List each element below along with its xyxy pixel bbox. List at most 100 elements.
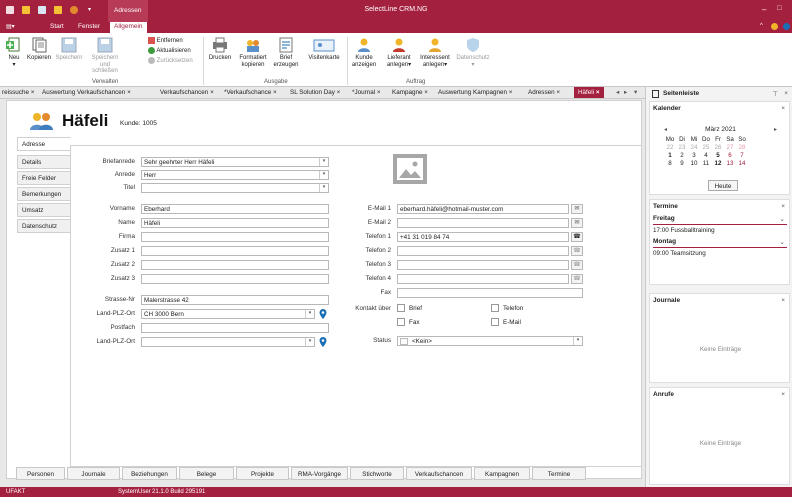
zusatz3-field[interactable]: [141, 274, 329, 284]
zusatz2-field[interactable]: [141, 260, 329, 270]
close-icon[interactable]: ×: [509, 89, 513, 96]
collapse-ribbon-icon[interactable]: ^: [760, 23, 763, 29]
calendar-day[interactable]: 9: [676, 159, 688, 167]
calendar-day[interactable]: 2: [676, 151, 688, 159]
doc-tab[interactable]: Auswertung Kampagnen ×: [438, 89, 512, 96]
image-placeholder-icon[interactable]: [393, 154, 427, 184]
speichern-button[interactable]: Speichern: [54, 37, 84, 62]
tab-kampagnen[interactable]: Kampagnen: [474, 467, 530, 480]
telefon2-field[interactable]: [397, 246, 569, 256]
close-icon[interactable]: ×: [781, 297, 785, 304]
side-tab-details[interactable]: Details: [17, 155, 71, 169]
side-tab-bemerkungen[interactable]: Bemerkungen: [17, 187, 71, 201]
close-icon[interactable]: ×: [596, 89, 600, 96]
calendar-day[interactable]: 13: [724, 159, 736, 167]
doc-tab[interactable]: *Journal ×: [352, 89, 381, 96]
email-send-icon[interactable]: ✉: [571, 218, 583, 228]
tab-allgemein[interactable]: Allgemein: [110, 22, 147, 33]
chevron-down-icon[interactable]: ⌄: [780, 238, 785, 246]
calendar-day[interactable]: 8: [664, 159, 676, 167]
anrede-select[interactable]: Herr ▾: [141, 170, 329, 180]
calendar-day[interactable]: 24: [688, 143, 700, 151]
tab-beziehungen[interactable]: Beziehungen: [122, 467, 177, 480]
tab-journale[interactable]: Journale: [67, 467, 120, 480]
aktualisieren-button[interactable]: Aktualisieren: [148, 47, 203, 55]
close-icon[interactable]: ×: [210, 89, 214, 96]
postfach-field[interactable]: [141, 323, 329, 333]
close-icon[interactable]: ×: [781, 105, 785, 112]
doc-tab[interactable]: Auswertung Verkaufschancen ×: [42, 89, 131, 96]
status-select[interactable]: <Kein> ▾: [397, 336, 583, 346]
doc-tab[interactable]: SL Solution Day ×: [290, 89, 340, 96]
tab-fenster[interactable]: Fenster: [78, 23, 100, 30]
doc-tab[interactable]: Adressen ×: [528, 89, 560, 96]
firma-field[interactable]: [141, 232, 329, 242]
maximize-icon[interactable]: □: [777, 5, 781, 12]
telefon4-field[interactable]: [397, 274, 569, 284]
telefon3-field[interactable]: [397, 260, 569, 270]
visitenkarte-button[interactable]: Visitenkarte: [304, 37, 344, 62]
minimize-icon[interactable]: –: [762, 5, 766, 14]
calendar-day[interactable]: 6: [724, 151, 736, 159]
side-tab-freie-felder[interactable]: Freie Felder: [17, 171, 71, 185]
tab-scroll-left-icon[interactable]: ◂: [616, 89, 619, 96]
kopieren-button[interactable]: Kopieren: [26, 37, 52, 62]
drucken-button[interactable]: Drucken: [206, 37, 234, 62]
landplz-select[interactable]: CH 3000 Bern ▾: [141, 309, 315, 319]
tab-rma-vorgaenge[interactable]: RMA-Vorgänge: [291, 467, 348, 480]
calendar-day[interactable]: 11: [700, 159, 712, 167]
interessent-anlegen-button[interactable]: Interessent anlegen▾: [417, 37, 453, 68]
calendar-day[interactable]: 26: [712, 143, 724, 151]
close-icon[interactable]: ×: [377, 89, 381, 96]
doc-tab[interactable]: Verkaufschancen ×: [160, 89, 214, 96]
map-pin-icon[interactable]: [319, 337, 327, 347]
brief-checkbox[interactable]: [397, 304, 405, 312]
entfernen-button[interactable]: Entfernen: [148, 37, 200, 45]
close-icon[interactable]: ×: [31, 89, 35, 96]
tab-scroll-right-icon[interactable]: ▸: [624, 89, 627, 96]
kunde-anzeigen-button[interactable]: Kunde anzeigen: [350, 37, 378, 68]
side-tab-umsatz[interactable]: Umsatz: [17, 203, 71, 217]
email2-field[interactable]: [397, 218, 569, 228]
chevron-down-icon[interactable]: ▾: [319, 171, 328, 179]
calendar-day[interactable]: 10: [688, 159, 700, 167]
calendar-day[interactable]: 4: [700, 151, 712, 159]
tab-belege[interactable]: Belege: [179, 467, 234, 480]
doc-tab-active[interactable]: Häfeli ×: [574, 87, 604, 98]
calendar-day[interactable]: 27: [724, 143, 736, 151]
fax-field[interactable]: [397, 288, 583, 298]
side-tab-datenschutz[interactable]: Datenschutz: [17, 219, 71, 233]
datenschutz-button[interactable]: Datenschutz ▾: [454, 37, 492, 68]
tab-personen[interactable]: Personen: [16, 467, 65, 480]
tab-start[interactable]: Start: [50, 23, 64, 30]
neu-button[interactable]: Neu ▾: [4, 37, 24, 68]
calendar-day[interactable]: 12: [712, 159, 724, 167]
close-icon[interactable]: ×: [424, 89, 428, 96]
chevron-down-icon[interactable]: ⌄: [780, 215, 785, 223]
briefanrede-select[interactable]: Sehr geehrter Herr Häfeli ▾: [141, 157, 329, 167]
notification-bell-icon[interactable]: [771, 23, 778, 30]
tab-projekte[interactable]: Projekte: [236, 467, 289, 480]
lieferant-anlegen-button[interactable]: Lieferant anlegen▾: [382, 37, 416, 68]
close-icon[interactable]: ×: [127, 89, 131, 96]
appointment-item[interactable]: 09:00 Teamsitzung: [653, 250, 706, 257]
email-checkbox[interactable]: [491, 318, 499, 326]
map-pin-icon[interactable]: [319, 309, 327, 319]
tab-list-icon[interactable]: ▾: [634, 89, 637, 96]
telefon-checkbox[interactable]: [491, 304, 499, 312]
calendar-day[interactable]: 25: [700, 143, 712, 151]
calendar-day[interactable]: 22: [664, 143, 676, 151]
telefon1-field[interactable]: +41 31 019 84 74: [397, 232, 569, 242]
phone-icon[interactable]: ☎: [571, 274, 583, 284]
doc-tab[interactable]: reissuche ×: [2, 89, 34, 96]
email1-field[interactable]: eberhard.häfeli@hotmail-muster.com: [397, 204, 569, 214]
strasse-field[interactable]: Malerstrasse 42: [141, 295, 329, 305]
side-tab-adresse[interactable]: Adresse: [17, 137, 71, 151]
pin-icon[interactable]: ⊤: [772, 90, 778, 98]
speichern-schliessen-button[interactable]: Speichern und schließen: [86, 37, 124, 75]
calendar-day[interactable]: 28: [736, 143, 748, 151]
calendar-day[interactable]: 3: [688, 151, 700, 159]
close-icon[interactable]: ×: [273, 89, 277, 96]
chevron-down-icon[interactable]: ▾: [319, 158, 328, 166]
vorname-field[interactable]: Eberhard: [141, 204, 329, 214]
